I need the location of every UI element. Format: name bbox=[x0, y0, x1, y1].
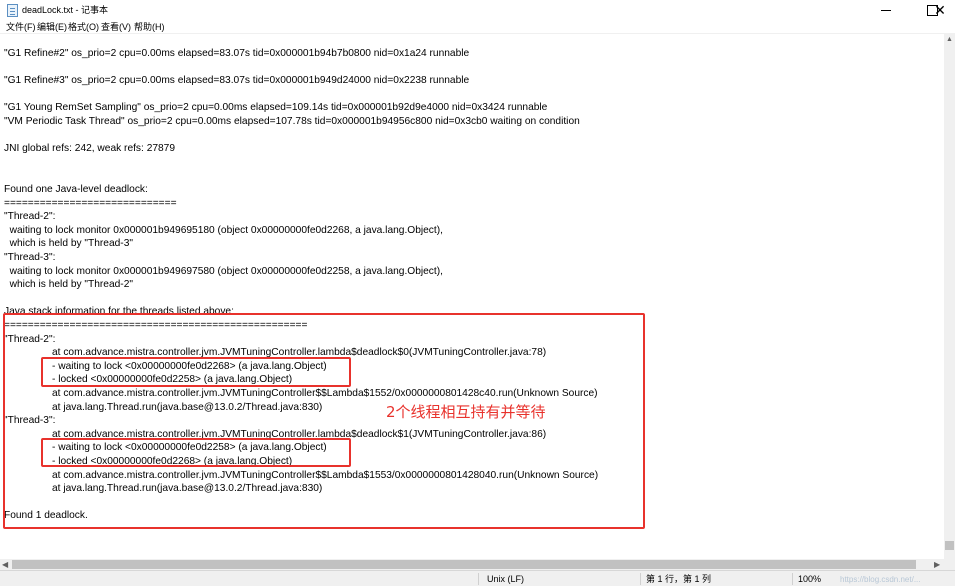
menu-bar: 文件(F) 编辑(E) 格式(O) 查看(V) 帮助(H) bbox=[0, 21, 955, 33]
menu-edit[interactable]: 编辑(E) bbox=[37, 21, 67, 33]
deadlock-section-highlight bbox=[3, 313, 645, 529]
scroll-left-icon[interactable]: ◀ bbox=[2, 559, 8, 570]
text-line: JNI global refs: 242, weak refs: 27879 bbox=[4, 143, 176, 155]
text-line: ============================= bbox=[4, 197, 177, 209]
text-line: waiting to lock monitor 0x000001b9496951… bbox=[4, 224, 443, 236]
scroll-up-icon[interactable]: ▲ bbox=[946, 36, 953, 43]
line-ending-status: Unix (LF) bbox=[487, 574, 525, 584]
minimize-icon[interactable] bbox=[863, 0, 909, 21]
window-title: deadLock.txt - 记事本 bbox=[22, 5, 109, 15]
menu-help[interactable]: 帮助(H) bbox=[134, 21, 165, 33]
scrollbar-corner bbox=[944, 559, 955, 570]
text-line: waiting to lock monitor 0x000001b9496975… bbox=[4, 265, 443, 277]
text-line: "G1 Refine#3" os_prio=2 cpu=0.00ms elaps… bbox=[4, 75, 470, 87]
vertical-scrollbar[interactable]: ▲ bbox=[944, 33, 955, 559]
vertical-scroll-thumb[interactable] bbox=[945, 541, 954, 550]
text-line: "G1 Young RemSet Sampling" os_prio=2 cpu… bbox=[4, 102, 548, 114]
notepad-icon bbox=[7, 4, 18, 17]
text-line: which is held by "Thread-2" bbox=[4, 279, 133, 291]
close-icon[interactable]: ✕ bbox=[930, 2, 950, 19]
status-separator bbox=[640, 573, 641, 585]
thread-2-locks-highlight bbox=[41, 357, 351, 387]
text-line: "VM Periodic Task Thread" os_prio=2 cpu=… bbox=[4, 116, 580, 127]
scroll-right-icon[interactable]: ▶ bbox=[934, 559, 940, 570]
cursor-position-status: 第 1 行，第 1 列 bbox=[646, 574, 712, 584]
status-separator bbox=[792, 573, 793, 585]
horizontal-scrollbar[interactable]: ◀ ▶ bbox=[0, 559, 944, 570]
text-line: Found one Java-level deadlock: bbox=[4, 184, 148, 195]
menu-format[interactable]: 格式(O) bbox=[68, 21, 99, 33]
status-bar: Unix (LF) 第 1 行，第 1 列 100% https://blog.… bbox=[0, 570, 955, 586]
annotation-label: 2个线程相互持有并等待 bbox=[386, 403, 546, 421]
thread-3-locks-highlight bbox=[41, 438, 351, 467]
title-bar[interactable]: deadLock.txt - 记事本 ✕ bbox=[0, 0, 955, 21]
text-line: "Thread-3": bbox=[4, 252, 56, 263]
text-line: "Thread-2": bbox=[4, 211, 56, 223]
menu-file[interactable]: 文件(F) bbox=[6, 21, 36, 33]
menu-view[interactable]: 查看(V) bbox=[101, 21, 131, 33]
watermark: https://blog.csdn.net/... bbox=[840, 575, 921, 584]
text-line: which is held by "Thread-3" bbox=[4, 238, 133, 250]
status-separator bbox=[478, 573, 479, 585]
text-line: "G1 Refine#2" os_prio=2 cpu=0.00ms elaps… bbox=[4, 48, 470, 59]
zoom-status: 100% bbox=[798, 574, 822, 584]
horizontal-scroll-thumb[interactable] bbox=[12, 560, 916, 569]
